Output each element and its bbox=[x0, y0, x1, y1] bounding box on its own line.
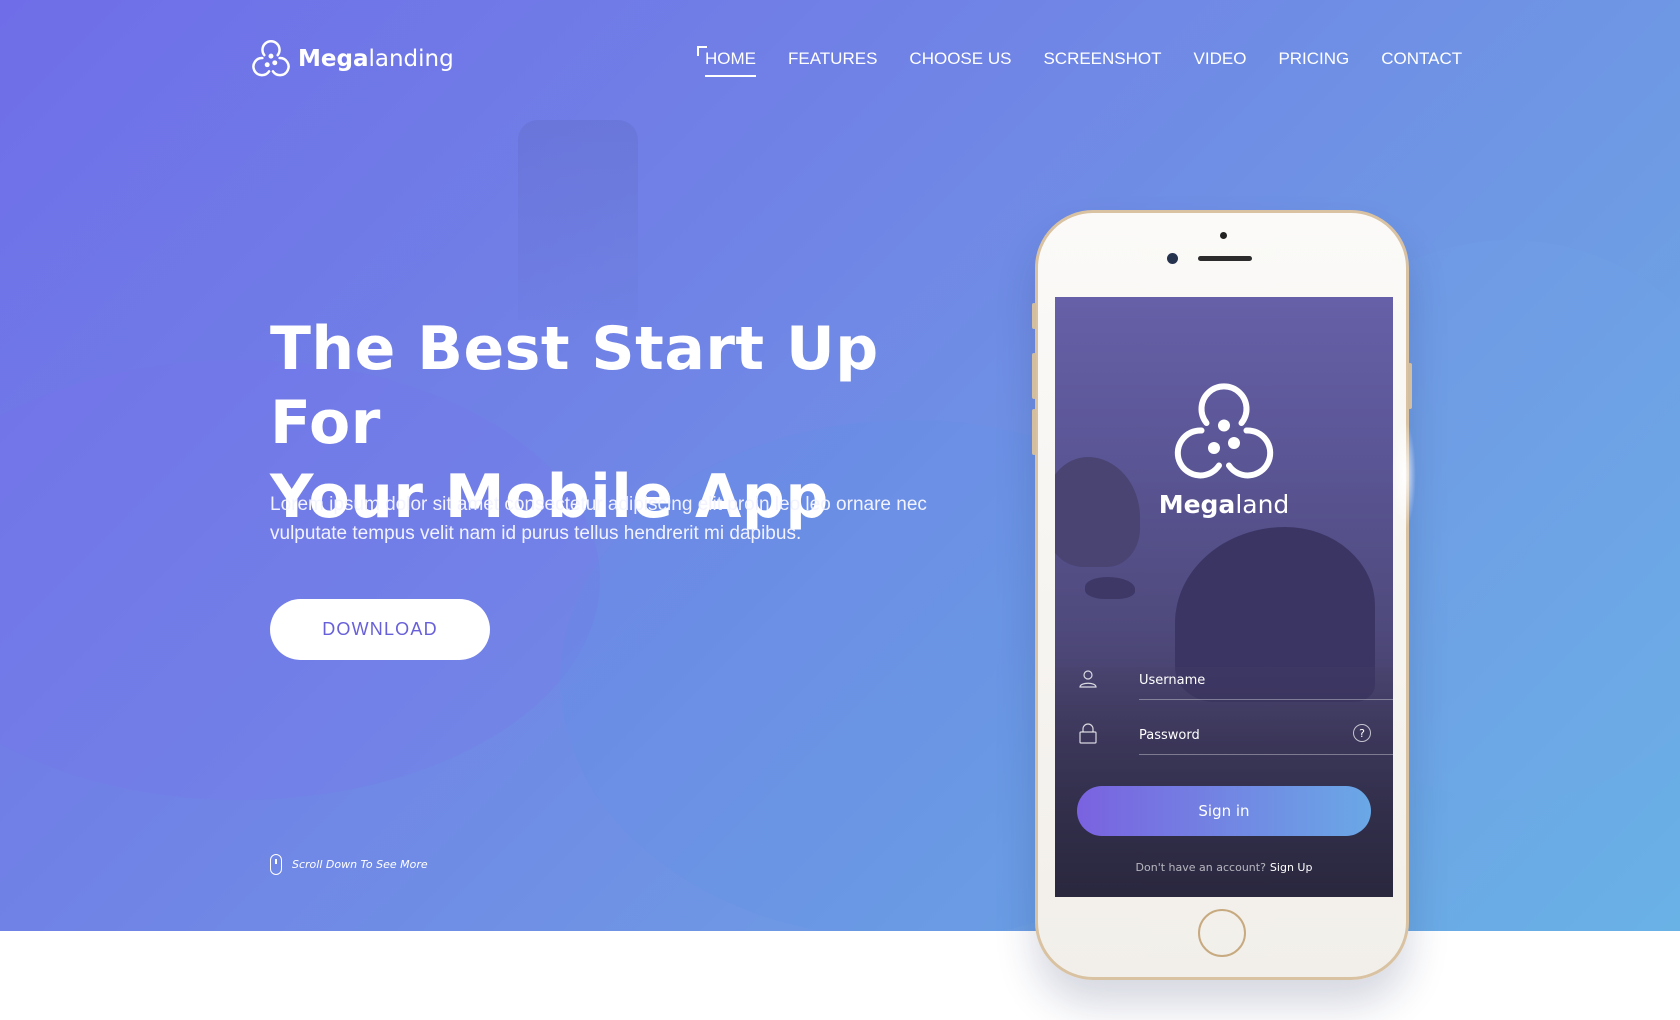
app-name: Megaland bbox=[1158, 490, 1290, 519]
nav-home[interactable]: HOME bbox=[697, 46, 756, 77]
nav-screenshot[interactable]: SCREENSHOT bbox=[1043, 49, 1161, 77]
password-label: Password bbox=[1139, 728, 1200, 743]
sign-up-link[interactable]: Sign Up bbox=[1270, 861, 1313, 874]
site-logo[interactable]: Megalanding bbox=[252, 40, 454, 78]
main-nav: HOME FEATURES CHOOSE US SCREENSHOT VIDEO… bbox=[697, 46, 1462, 77]
hero-section: Megalanding HOME FEATURES CHOOSE US SCRE… bbox=[0, 0, 1680, 931]
site-name: Megalanding bbox=[298, 46, 454, 72]
hero-subtext: Lorem ipsum dolor sit amet consectetur a… bbox=[270, 494, 927, 544]
username-label: Username bbox=[1139, 673, 1206, 688]
megalanding-logo-icon bbox=[252, 40, 290, 77]
phone-side-button bbox=[1032, 303, 1036, 329]
app-login-screen: Megaland Username Password ? Sign in Don… bbox=[1055, 297, 1393, 897]
download-button[interactable]: DOWNLOAD bbox=[270, 599, 490, 660]
nav-features[interactable]: FEATURES bbox=[788, 49, 877, 77]
background-rock bbox=[1085, 577, 1135, 599]
field-underline bbox=[1139, 699, 1393, 700]
signup-question: Don't have an account? bbox=[1135, 861, 1266, 874]
phone-side-button bbox=[1408, 363, 1412, 409]
nav-video[interactable]: VIDEO bbox=[1194, 49, 1247, 77]
phone-sensor bbox=[1220, 232, 1227, 239]
username-field[interactable]: Username bbox=[1077, 660, 1393, 700]
scroll-hint[interactable]: Scroll Down To See More bbox=[270, 854, 428, 875]
password-field[interactable]: Password ? bbox=[1077, 715, 1393, 755]
mouse-icon bbox=[270, 854, 282, 875]
megaland-logo-icon bbox=[1174, 383, 1274, 479]
sign-in-button[interactable]: Sign in bbox=[1077, 786, 1371, 836]
user-icon bbox=[1079, 670, 1097, 688]
lock-icon bbox=[1079, 723, 1097, 744]
background-building bbox=[518, 120, 638, 320]
phone-camera bbox=[1167, 253, 1178, 264]
headline-line-1: The Best Start Up For bbox=[270, 314, 879, 458]
phone-home-button bbox=[1198, 909, 1246, 957]
signup-prompt: Don't have an account? Sign Up bbox=[1055, 861, 1393, 874]
light-glare bbox=[1392, 420, 1416, 530]
field-underline bbox=[1139, 754, 1393, 755]
phone-side-button bbox=[1032, 353, 1036, 399]
scroll-hint-text: Scroll Down To See More bbox=[292, 858, 428, 871]
phone-speaker bbox=[1198, 256, 1252, 261]
help-icon[interactable]: ? bbox=[1353, 724, 1371, 742]
phone-side-button bbox=[1032, 409, 1036, 455]
nav-choose-us[interactable]: CHOOSE US bbox=[909, 49, 1011, 77]
phone-mockup: Megaland Username Password ? Sign in Don… bbox=[1032, 210, 1412, 980]
nav-pricing[interactable]: PRICING bbox=[1278, 49, 1349, 77]
nav-contact[interactable]: CONTACT bbox=[1381, 49, 1462, 77]
